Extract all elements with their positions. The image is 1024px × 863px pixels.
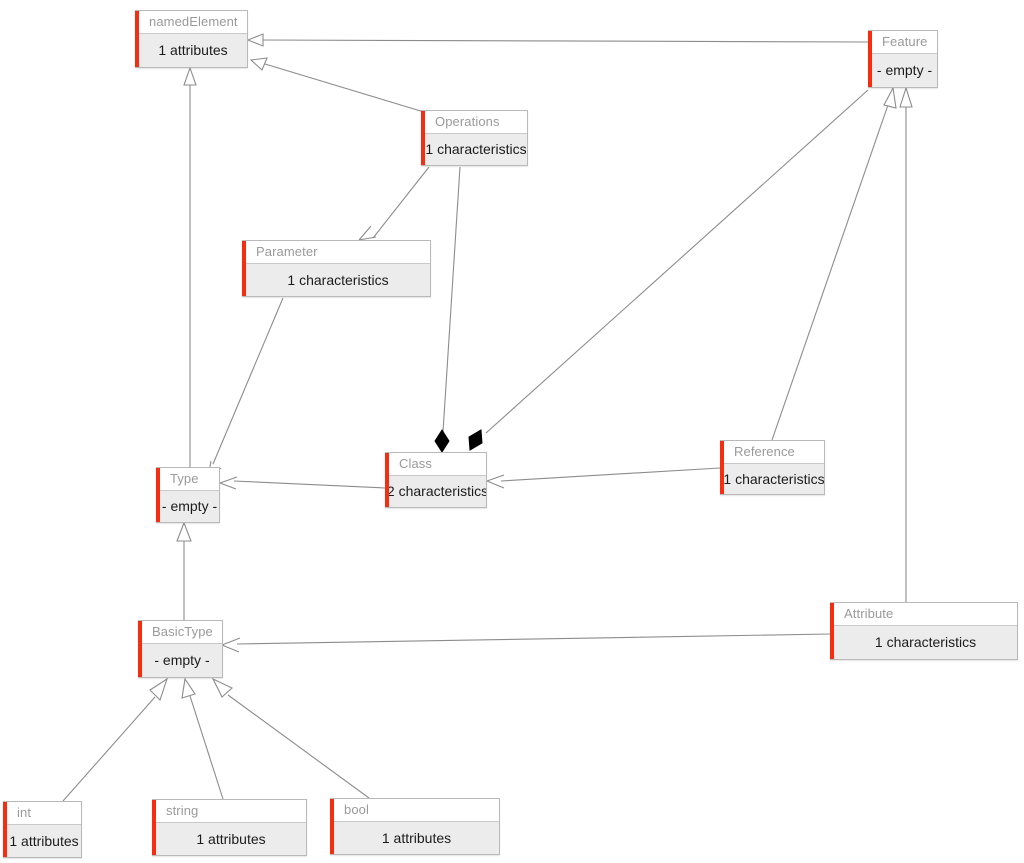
class-node-body: 1 characteristics [421, 133, 527, 165]
class-node-bool[interactable]: bool 1 attributes [330, 798, 500, 855]
class-node-title: Type [156, 468, 219, 490]
edge-operations-to-parameter [358, 166, 430, 241]
class-node-namedElement[interactable]: namedElement 1 attributes [135, 10, 248, 68]
class-node-feature[interactable]: Feature - empty - [868, 30, 938, 88]
class-node-title: string [152, 800, 306, 822]
edge-int-to-basicType [62, 677, 169, 802]
class-node-parameter[interactable]: Parameter 1 characteristics [242, 240, 431, 297]
class-node-body: 2 characteristics [385, 475, 486, 507]
edge-reference-to-class [486, 467, 721, 489]
edge-feature-to-namedElement [246, 33, 869, 47]
class-node-title: namedElement [135, 11, 247, 33]
edge-basicType-to-type [176, 521, 192, 620]
class-node-body: 1 characteristics [720, 463, 824, 494]
class-node-attribute[interactable]: Attribute 1 characteristics [830, 602, 1018, 660]
class-node-operations[interactable]: Operations 1 characteristics [421, 110, 528, 166]
edge-string-to-basicType [181, 677, 224, 800]
class-node-body: 1 attributes [330, 821, 499, 854]
class-node-type[interactable]: Type - empty - [156, 467, 220, 523]
accent-bar [421, 111, 425, 165]
class-node-basicType[interactable]: BasicType - empty - [138, 620, 223, 678]
edge-operations-to-namedElement [249, 57, 425, 113]
class-node-title: Parameter [242, 241, 430, 263]
edge-operations-to-class [434, 166, 461, 453]
edge-attribute-to-feature [899, 86, 913, 602]
edge-bool-to-basicType [211, 677, 370, 799]
class-node-body: - empty - [868, 53, 937, 87]
edge-type-to-namedElement [183, 66, 197, 467]
class-node-title: Reference [720, 441, 824, 463]
class-node-title: BasicType [138, 621, 222, 643]
class-diagram-canvas: namedElement 1 attributes Feature - empt… [0, 0, 1024, 863]
class-node-body: - empty - [156, 490, 219, 522]
accent-bar [135, 11, 139, 67]
edge-feature-to-class [468, 89, 869, 451]
class-node-body: 1 characteristics [242, 263, 430, 296]
class-node-string[interactable]: string 1 attributes [152, 799, 307, 856]
class-node-body: - empty - [138, 643, 222, 677]
class-node-title: int [3, 802, 81, 824]
accent-bar [152, 800, 156, 855]
class-node-reference[interactable]: Reference 1 characteristics [720, 440, 825, 495]
class-node-title: Feature [868, 31, 937, 53]
accent-bar [3, 802, 7, 857]
class-node-body: 1 attributes [135, 33, 247, 67]
class-node-body: 1 characteristics [830, 625, 1017, 659]
edge-attribute-to-basicType [221, 633, 831, 653]
accent-bar [242, 241, 246, 296]
edge-class-to-type [219, 476, 386, 490]
class-node-int[interactable]: int 1 attributes [3, 801, 82, 858]
class-node-title: bool [330, 799, 499, 821]
accent-bar [156, 468, 160, 522]
class-node-class[interactable]: Class 2 characteristics [385, 452, 487, 508]
class-node-title: Operations [421, 111, 527, 133]
class-node-title: Class [385, 453, 486, 475]
class-node-title: Attribute [830, 603, 1017, 625]
edge-parameter-to-type [207, 297, 284, 479]
class-node-body: 1 attributes [3, 824, 81, 857]
accent-bar [330, 799, 334, 854]
accent-bar [138, 621, 142, 677]
class-node-body: 1 attributes [152, 822, 306, 855]
accent-bar [868, 31, 872, 87]
edge-reference-to-feature [771, 86, 897, 441]
accent-bar [385, 453, 389, 507]
accent-bar [830, 603, 834, 659]
accent-bar [720, 441, 724, 494]
